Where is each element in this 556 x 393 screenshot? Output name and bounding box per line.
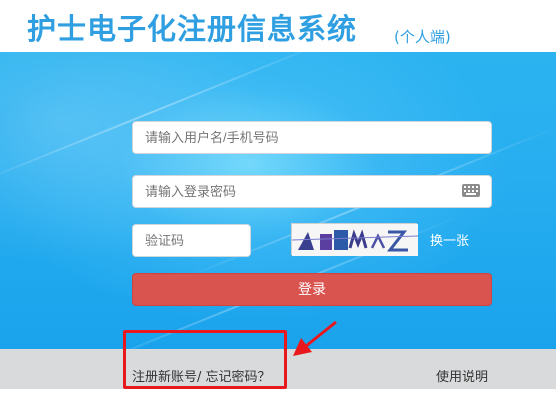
swap-captcha-link[interactable]: 换一张: [430, 230, 469, 249]
captcha-input[interactable]: [132, 224, 251, 257]
annotation-highlight-box: [123, 330, 287, 389]
username-input[interactable]: [132, 121, 492, 154]
header: 护士电子化注册信息系统 (个人端): [0, 0, 556, 52]
password-field: [132, 175, 492, 208]
password-input[interactable]: [132, 175, 492, 208]
captcha-image[interactable]: [291, 223, 419, 256]
keyboard-icon[interactable]: [462, 184, 480, 197]
login-button[interactable]: 登录: [132, 273, 492, 306]
page-title: 护士电子化注册信息系统: [27, 12, 358, 46]
help-link[interactable]: 使用说明: [436, 366, 488, 385]
page-subtitle: (个人端): [394, 28, 451, 46]
captcha-graphic: [291, 224, 419, 256]
